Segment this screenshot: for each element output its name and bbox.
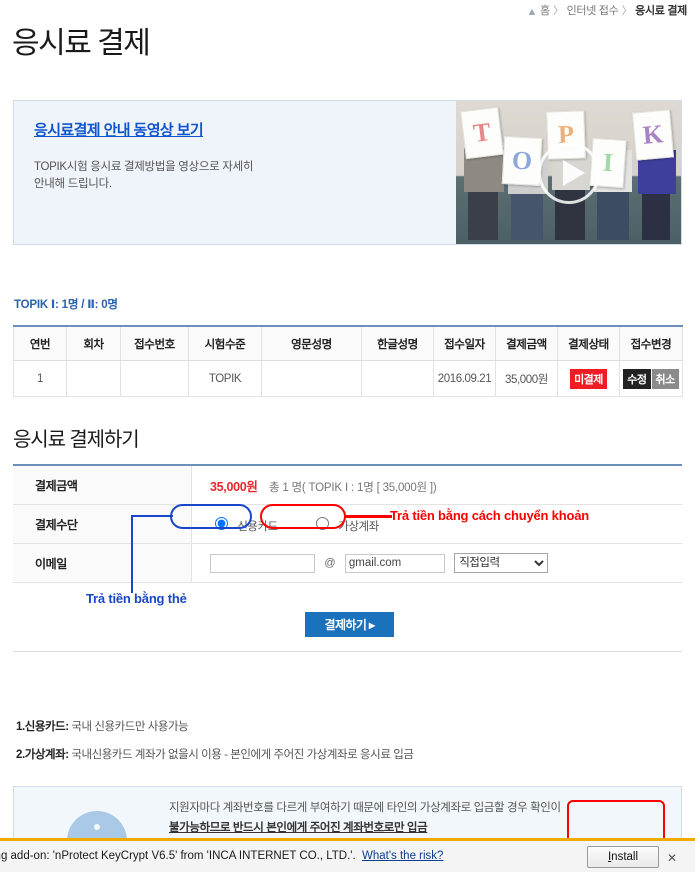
video-thumbnail[interactable]: T O P I K — [456, 101, 681, 244]
label-amount: 결제금액 — [13, 464, 192, 505]
cell-name-ko — [361, 360, 434, 397]
at-sign: @ — [324, 557, 336, 570]
payment-form-table: 결제금액 35,000원 총 1 명( TOPIK Ⅰ : 1명 [ 35,00… — [13, 464, 682, 583]
breadcrumb-item-internet-receipt[interactable]: 인터넷 접수 — [567, 5, 619, 17]
install-button-rest: nstall — [611, 851, 639, 863]
thumb-card-K: K — [631, 109, 675, 161]
video-banner-text: 응시료결제 안내 동영상 보기 TOPIK시험 응시료 결제방법을 영상으로 자… — [34, 119, 434, 193]
th-amount: 결제금액 — [495, 325, 558, 361]
thumb-card-T: T — [460, 106, 504, 160]
email-domain-input[interactable] — [344, 553, 445, 573]
label-method: 결제수단 — [13, 504, 192, 544]
status-badge: 미결제 — [570, 368, 607, 389]
page-title: 응시료 결제 — [12, 27, 151, 60]
note-credit-card: 1.신용카드: 국내 신용카드만 사용가능 — [16, 718, 189, 734]
th-receipt-no: 접수번호 — [120, 325, 189, 361]
section-title-payment: 응시료 결제하기 — [13, 429, 140, 451]
th-no: 연번 — [13, 325, 67, 361]
cell-change: 수정 취소 — [619, 360, 683, 397]
play-icon[interactable] — [537, 141, 600, 204]
breadcrumb-item-current: 응시료 결제 — [635, 5, 687, 17]
info-box-line1: 지원자마다 계좌번호를 다르게 부여하기 때문에 타인의 가상계좌로 입금할 경… — [169, 802, 561, 814]
cell-status: 미결제 — [557, 360, 620, 397]
th-status: 결제상태 — [557, 325, 620, 361]
row-amount: 결제금액 35,000원 총 1 명( TOPIK Ⅰ : 1명 [ 35,00… — [13, 464, 682, 505]
cell-no: 1 — [13, 360, 67, 397]
info-box-line2: 불가능하므로 반드시 본인에게 주어진 계좌번호로만 입금 — [169, 822, 428, 834]
email-local-input[interactable] — [210, 553, 315, 573]
close-icon[interactable]: ✕ — [667, 851, 677, 865]
edit-button[interactable]: 수정 — [623, 368, 651, 389]
cell-name-en — [261, 360, 362, 397]
annotation-leader-blue-v — [131, 515, 133, 593]
payment-amount-detail: 총 1 명( TOPIK Ⅰ : 1명 [ 35,000원 ]) — [268, 481, 437, 494]
annotation-leader-red — [344, 515, 392, 518]
value-email: @ 직접입력 — [191, 543, 682, 583]
annotation-box-credit-card — [170, 504, 252, 529]
divider-below-form — [13, 651, 682, 652]
row-email: 이메일 @ 직접입력 — [13, 543, 682, 583]
video-guide-description: TOPIK시험 응시료 결제방법을 영상으로 자세히 안내해 드립니다. — [34, 161, 254, 190]
ie-notification-bar: ing add-on: 'nProtect KeyCrypt V6.5' fro… — [0, 838, 695, 872]
install-button[interactable]: Install — [587, 846, 659, 868]
applicant-table: 연번 회차 접수번호 시험수준 영문성명 한글성명 접수일자 결제금액 결제상태… — [13, 325, 683, 397]
th-level: 시험수준 — [188, 325, 262, 361]
annotation-text-transfer: Trả tiền bằng cách chuyển khoản — [390, 508, 589, 523]
cell-receipt-no — [120, 360, 189, 397]
th-name-en: 영문성명 — [261, 325, 362, 361]
payment-page: ▲ 홈 〉 인터넷 접수 〉 응시료 결제 응시료 결제 응시료결제 안내 동영상 보기 … — [0, 0, 695, 872]
submit-payment-button[interactable]: 결제하기 ▸ — [305, 612, 394, 637]
th-change: 접수변경 — [619, 325, 683, 361]
table-row: 1 TOPIK 2016.09.21 35,000원 미결제 수정 취소 — [13, 360, 683, 397]
home-icon: ▲ — [526, 6, 538, 18]
th-name-ko: 한글성명 — [361, 325, 434, 361]
annotation-leader-blue-h — [131, 515, 173, 517]
note-credit-card-rest: 국내 신용카드만 사용가능 — [68, 721, 189, 733]
cell-amount: 35,000원 — [495, 360, 558, 397]
note-virtual-account-rest: 국내신용카드 계좌가 없을시 이용 - 본인에게 주어진 가상계좌로 응시료 입… — [68, 749, 414, 761]
annotation-text-card: Trả tiền bằng thẻ — [86, 591, 187, 606]
breadcrumb-separator-1: 〉 — [552, 5, 564, 17]
cancel-button[interactable]: 취소 — [651, 368, 679, 389]
applicant-count-summary: TOPIK Ⅰ: 1명 / Ⅱ: 0명 — [14, 299, 118, 311]
th-round: 회차 — [66, 325, 121, 361]
email-domain-select[interactable]: 직접입력 — [454, 553, 549, 573]
note-virtual-account: 2.가상계좌: 국내신용카드 계좌가 없을시 이용 - 본인에게 주어진 가상계… — [16, 746, 414, 762]
note-virtual-account-bold: 2.가상계좌: — [16, 749, 69, 761]
cell-round — [66, 360, 121, 397]
ie-notification-message: ing add-on: 'nProtect KeyCrypt V6.5' fro… — [0, 850, 356, 862]
applicant-table-header-row: 연번 회차 접수번호 시험수준 영문성명 한글성명 접수일자 결제금액 결제상태… — [13, 325, 683, 361]
annotation-box-virtual-account — [260, 504, 346, 529]
breadcrumb-item-home[interactable]: 홈 — [540, 5, 550, 17]
radio-label-virtual-account[interactable]: 가상계좌 — [338, 521, 379, 533]
cell-date: 2016.09.21 — [433, 360, 496, 397]
breadcrumb: ▲ 홈 〉 인터넷 접수 〉 응시료 결제 — [526, 2, 687, 18]
video-guide-link[interactable]: 응시료결제 안내 동영상 보기 — [34, 119, 204, 140]
breadcrumb-separator-2: 〉 — [621, 5, 633, 17]
ie-risk-link[interactable]: What's the risk? — [362, 850, 443, 862]
video-guide-banner: 응시료결제 안내 동영상 보기 TOPIK시험 응시료 결제방법을 영상으로 자… — [13, 100, 682, 245]
value-amount: 35,000원 총 1 명( TOPIK Ⅰ : 1명 [ 35,000원 ]) — [191, 464, 682, 505]
label-email: 이메일 — [13, 543, 192, 583]
cell-level: TOPIK — [188, 360, 262, 397]
th-date: 접수일자 — [433, 325, 496, 361]
note-credit-card-bold: 1.신용카드: — [16, 721, 69, 733]
thumb-card-O: O — [501, 136, 543, 186]
payment-amount-value: 35,000원 — [210, 479, 258, 494]
